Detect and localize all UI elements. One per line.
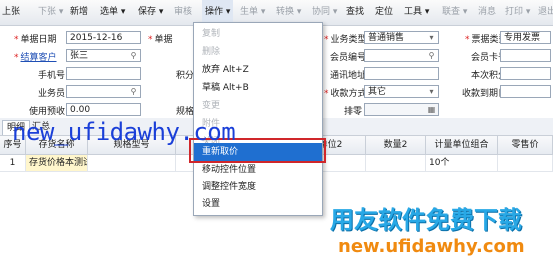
prepay-value: 0.00 xyxy=(70,105,91,115)
spec-label: 规格 xyxy=(176,107,195,117)
table-cell[interactable]: 存货价格本测试 xyxy=(26,155,88,172)
toolbar-new-button[interactable]: 新增 xyxy=(70,0,88,25)
prepay-field[interactable]: 0.00 xyxy=(66,103,141,116)
biz-type-label: 业务类型 xyxy=(324,32,367,45)
menu-item-discard[interactable]: 放弃 Alt+Z xyxy=(194,61,322,79)
table-cell[interactable]: 1 xyxy=(0,155,26,172)
toolbar-next-button[interactable]: 下张 ▾ xyxy=(38,0,63,25)
menu-item-delete[interactable]: 删除 xyxy=(194,43,322,61)
toolbar-tools-button[interactable]: 工具 ▾ xyxy=(404,0,429,25)
member-no-field[interactable]: ⚲ xyxy=(364,49,439,62)
biz-type-select[interactable]: 普通销售 ▾ xyxy=(364,31,439,44)
customer-field[interactable]: 张三 ⚲ xyxy=(66,49,141,62)
calculator-icon[interactable]: ▦ xyxy=(427,105,436,114)
menu-item-change[interactable]: 变更 xyxy=(194,97,322,115)
menu-item-draft[interactable]: 草稿 Alt+B xyxy=(194,79,322,97)
toolbar-query-button[interactable]: 联查 ▾ xyxy=(442,0,467,25)
salesman-label: 业务员 xyxy=(38,89,66,99)
table-cell[interactable]: 10个 xyxy=(426,155,498,172)
arrange-label: 排零 xyxy=(344,107,363,117)
watermark-url-top: new_ufidawhy.com xyxy=(12,118,236,146)
column-header[interactable]: 数量2 xyxy=(366,136,426,155)
payment-label: 收款方式 xyxy=(324,86,367,99)
menu-item-copy[interactable]: 复制 xyxy=(194,25,322,43)
table-cell[interactable] xyxy=(366,155,426,172)
doc-date-field[interactable]: 2015-12-16 xyxy=(66,31,141,44)
search-icon[interactable]: ⚲ xyxy=(427,51,436,60)
toolbar-print-button[interactable]: 打印 ▾ xyxy=(505,0,530,25)
payment-value: 其它 xyxy=(368,87,387,97)
phone-field[interactable] xyxy=(66,67,141,80)
menu-item-adjust-width[interactable]: 调整控件宽度 xyxy=(194,178,322,196)
invoice-type-select[interactable]: 专用发票 xyxy=(500,31,551,44)
toolbar-message-button[interactable]: 消息 xyxy=(478,0,496,25)
search-icon[interactable]: ⚲ xyxy=(129,51,138,60)
doc-date-label: 单据日期 xyxy=(14,32,57,45)
member-card-field[interactable] xyxy=(500,49,551,62)
salesman-field[interactable]: ⚲ xyxy=(66,85,141,98)
watermark-url-bottom: new.ufidawhy.com xyxy=(338,236,525,257)
search-icon[interactable]: ⚲ xyxy=(129,87,138,96)
toolbar-select-button[interactable]: 选单 ▾ xyxy=(100,0,125,25)
column-header[interactable]: 计量单位组合 xyxy=(426,136,498,155)
doc-no-label: 单据 xyxy=(148,32,173,45)
menu-item-move-controls[interactable]: 移动控件位置 xyxy=(194,161,322,179)
arrange-field[interactable]: ▦ xyxy=(364,103,439,116)
customer-value: 张三 xyxy=(70,51,89,61)
prepay-label: 使用预收 xyxy=(29,107,66,117)
points-label: 积分 xyxy=(176,71,195,81)
customer-label-link[interactable]: 结算客户 xyxy=(21,53,57,63)
toolbar-find-button[interactable]: 查找 xyxy=(346,0,364,25)
toolbar-locate-button[interactable]: 定位 xyxy=(375,0,393,25)
toolbar-audit-button[interactable]: 审核 xyxy=(174,0,192,25)
payment-select[interactable]: 其它 ▾ xyxy=(364,85,439,98)
address-field[interactable] xyxy=(364,67,439,80)
chevron-down-icon[interactable]: ▾ xyxy=(427,87,436,96)
member-no-label: 会员编号 xyxy=(330,53,367,63)
watermark-brand: 用友软件免费下载 xyxy=(330,206,522,234)
toolbar-save-button[interactable]: 保存 ▾ xyxy=(138,0,163,25)
biz-type-value: 普通销售 xyxy=(368,33,405,43)
customer-label: 结算客户 xyxy=(14,50,57,63)
address-label: 通讯地址 xyxy=(330,71,367,81)
doc-date-value: 2015-12-16 xyxy=(70,33,123,43)
chevron-down-icon[interactable]: ▾ xyxy=(427,33,436,42)
menu-item-settings[interactable]: 设置 xyxy=(194,195,322,213)
phone-label: 手机号 xyxy=(38,71,66,81)
table-cell[interactable] xyxy=(498,155,553,172)
toolbar-prev-button[interactable]: 上张 xyxy=(2,0,20,25)
table-cell[interactable] xyxy=(88,155,176,172)
column-header[interactable]: 零售价 xyxy=(498,136,553,155)
invoice-type-value: 专用发票 xyxy=(504,33,541,43)
toolbar-exit-button[interactable]: 退出 xyxy=(538,0,553,25)
receipt-date-field[interactable] xyxy=(500,85,551,98)
current-points-field[interactable] xyxy=(500,67,551,80)
